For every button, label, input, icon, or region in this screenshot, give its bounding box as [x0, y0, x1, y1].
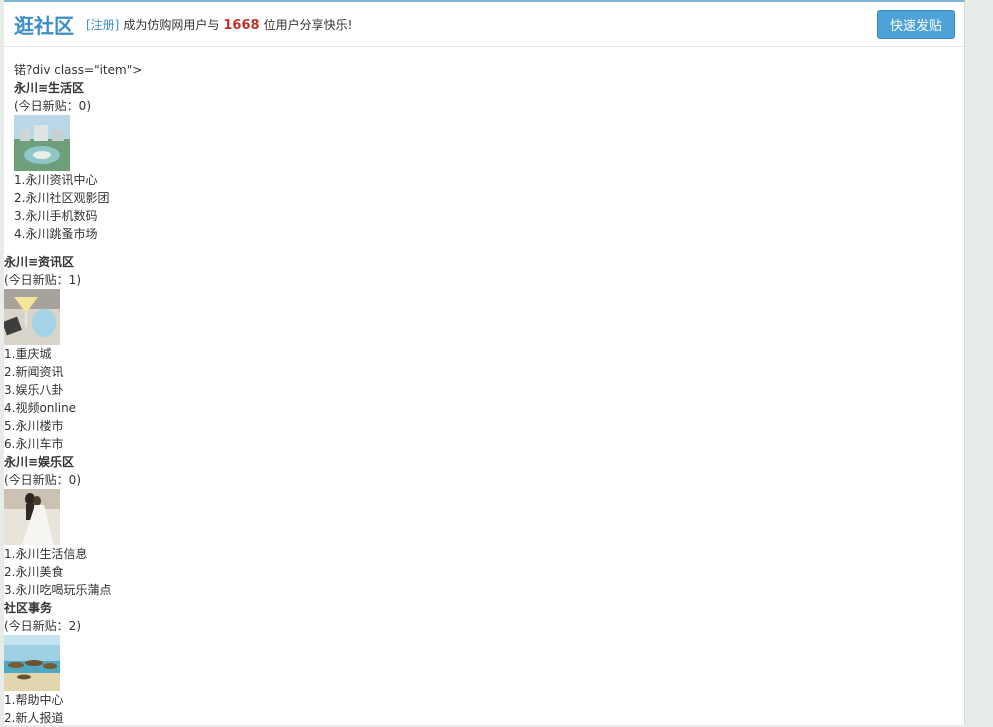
community-panel: 逛社区 [注册] 成为仿购网用户与 1668 位用户分享快乐! 快速发贴 锘?div… [4, 0, 965, 725]
category-title[interactable]: 永川≡生活区 [14, 79, 109, 97]
welcome-suffix: 位用户分享快乐! [263, 17, 353, 32]
category-title[interactable]: 社区事务 [4, 599, 81, 617]
forum-link[interactable]: 2.新闻资讯 [4, 363, 81, 381]
forum-link[interactable]: 2.永川社区观影团 [14, 189, 109, 207]
page-title: 逛社区 [14, 13, 74, 38]
forum-link[interactable]: 1.永川生活信息 [4, 545, 111, 563]
today-posts: (今日新贴：0) [14, 99, 91, 113]
stray-markup-text: 锘?div class="item"> [14, 63, 143, 77]
category-news: 永川≡资讯区 (今日新贴：1) 1.重庆城 2.新闻资讯 3.娱乐八卦 4.视频… [4, 253, 81, 453]
welcome-text: 成为仿购网用户与 1668 位用户分享快乐! [123, 16, 352, 33]
forum-link[interactable]: 4.永川跳蚤市场 [14, 225, 109, 243]
forum-link[interactable]: 1.重庆城 [4, 345, 81, 363]
forum-link[interactable]: 5.永川楼市 [4, 417, 81, 435]
category-title[interactable]: 永川≡娱乐区 [4, 453, 111, 471]
category-thumbnail[interactable] [4, 289, 60, 345]
category-life: 永川≡生活区 (今日新贴：0) 1.永川资讯中心 2.永川社区观影团 3.永川手… [14, 79, 109, 243]
forum-link[interactable]: 2.新人报道 [4, 709, 81, 727]
category-thumbnail[interactable] [4, 489, 60, 545]
category-title[interactable]: 永川≡资讯区 [4, 253, 81, 271]
category-thumbnail[interactable] [4, 635, 60, 691]
forum-link[interactable]: 3.娱乐八卦 [4, 381, 81, 399]
community-header: 逛社区 [注册] 成为仿购网用户与 1668 位用户分享快乐! 快速发贴 [4, 2, 964, 47]
forum-link[interactable]: 2.永川美食 [4, 563, 111, 581]
forum-link[interactable]: 6.永川车市 [4, 435, 81, 453]
category-thumbnail[interactable] [14, 115, 70, 171]
today-posts: (今日新贴：1) [4, 273, 81, 287]
today-posts: (今日新贴：0) [4, 473, 81, 487]
welcome-prefix: 成为仿购网用户与 [123, 17, 220, 32]
forum-link[interactable]: 1.永川资讯中心 [14, 171, 109, 189]
quick-post-button[interactable]: 快速发贴 [877, 10, 955, 39]
today-posts: (今日新贴：2) [4, 619, 81, 633]
category-affairs: 社区事务 (今日新贴：2) 1.帮助中心 2.新人报道 [4, 599, 81, 727]
forum-link[interactable]: 1.帮助中心 [4, 691, 81, 709]
forum-link[interactable]: 4.视频online [4, 399, 81, 417]
register-link[interactable]: [注册] [86, 16, 119, 33]
user-count: 1668 [223, 17, 260, 33]
forum-link[interactable]: 3.永川吃喝玩乐蒲点 [4, 581, 111, 599]
forum-link[interactable]: 3.永川手机数码 [14, 207, 109, 225]
category-entertainment: 永川≡娱乐区 (今日新贴：0) 1.永川生活信息 2.永川美食 3.永川吃喝玩乐… [4, 453, 111, 599]
